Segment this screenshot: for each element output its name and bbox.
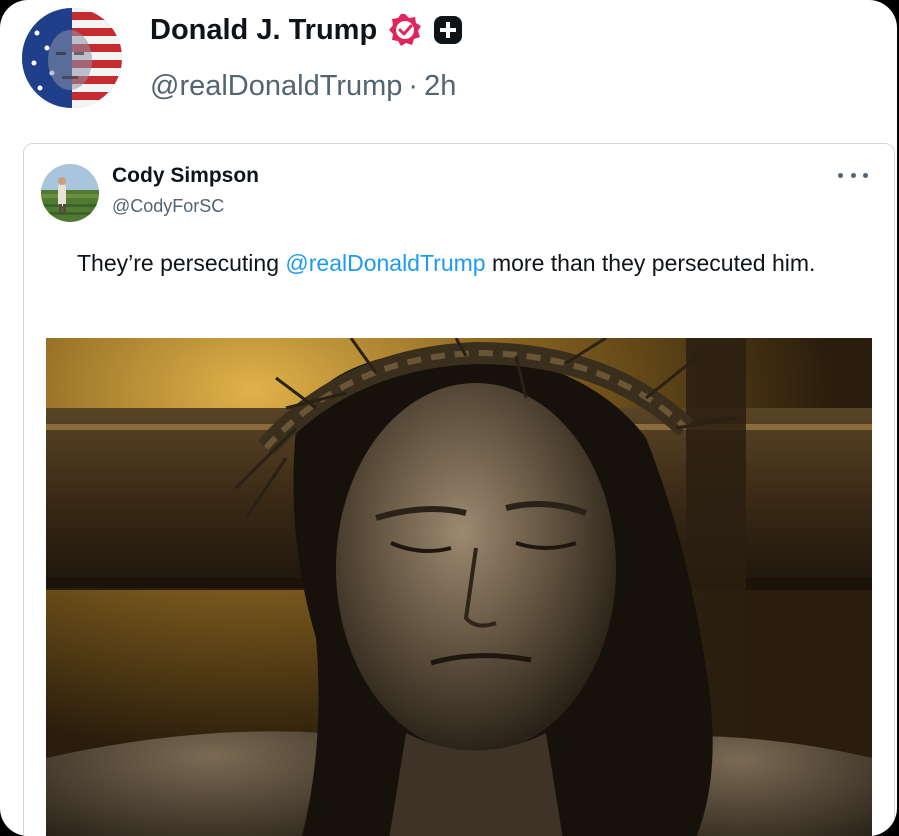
- flag-face-avatar-icon: [22, 8, 122, 108]
- author-name-row: Donald J. Trump: [150, 12, 463, 48]
- quoted-post[interactable]: Cody Simpson @CodyForSC They’re persecut…: [23, 143, 895, 836]
- author-display-name[interactable]: Donald J. Trump: [150, 14, 377, 47]
- author-handle-row: @realDonaldTrump · 2h: [150, 70, 456, 103]
- quoted-author-avatar[interactable]: [41, 164, 99, 222]
- more-dot: [838, 172, 843, 178]
- quoted-author-name[interactable]: Cody Simpson: [112, 164, 259, 188]
- meta-separator: ·: [408, 70, 419, 102]
- more-dot: [863, 172, 868, 178]
- verified-badge-icon[interactable]: [387, 12, 423, 48]
- plus-badge-icon[interactable]: [433, 15, 463, 45]
- more-dot: [850, 172, 856, 178]
- post-timestamp[interactable]: 2h: [424, 70, 456, 102]
- field-photo-avatar-icon: [41, 164, 99, 222]
- author-avatar[interactable]: [22, 8, 122, 108]
- quoted-author-handle[interactable]: @CodyForSC: [112, 196, 224, 217]
- post-card: Donald J. Trump @realDonaldTrump · 2h Co…: [0, 0, 897, 836]
- quoted-text-before: They’re persecuting: [77, 250, 286, 276]
- more-options-icon[interactable]: [838, 166, 868, 184]
- crucifixion-artwork-image: [46, 338, 872, 836]
- quoted-post-image[interactable]: [46, 338, 872, 836]
- quoted-text-after: more than they persecuted him.: [485, 250, 816, 276]
- quoted-post-text: They’re persecuting @realDonaldTrump mor…: [77, 244, 857, 282]
- author-handle[interactable]: @realDonaldTrump: [150, 70, 402, 102]
- mention-link[interactable]: @realDonaldTrump: [285, 250, 485, 276]
